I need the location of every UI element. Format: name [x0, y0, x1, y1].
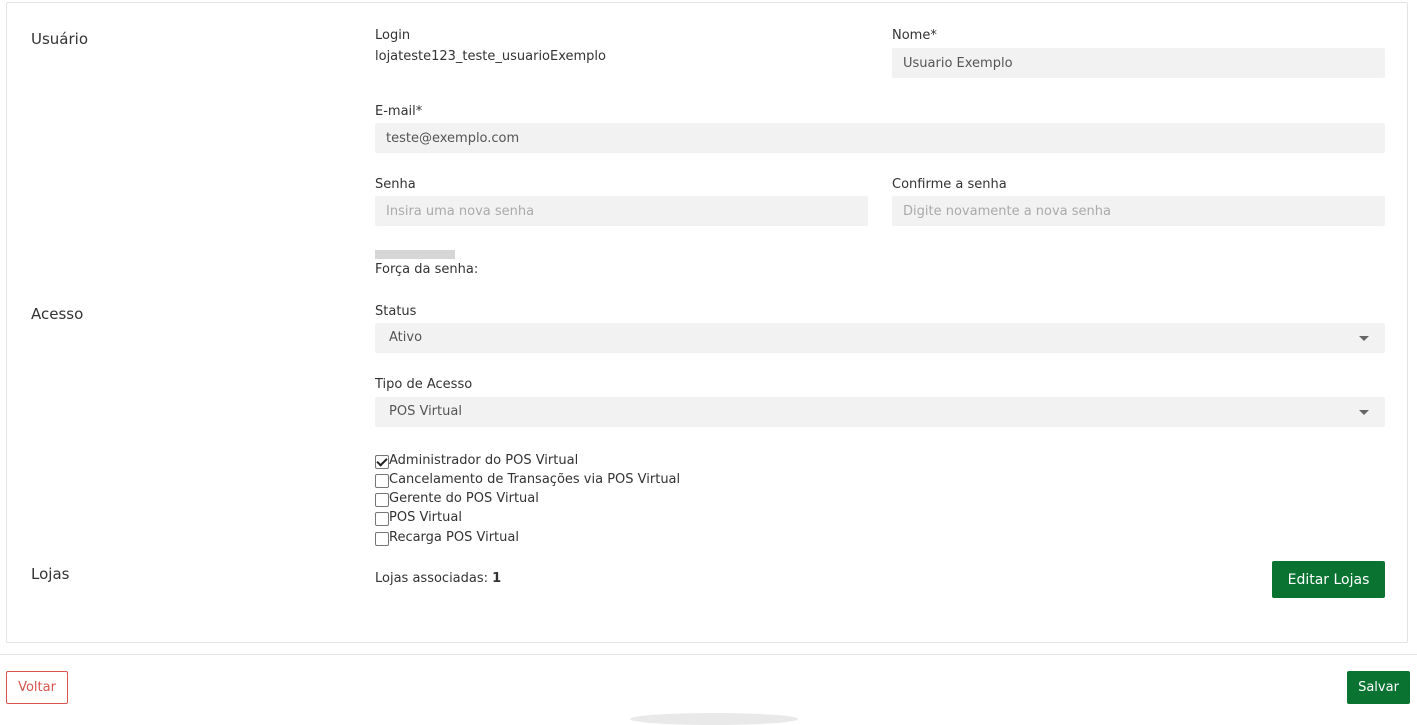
- checkbox-checked-icon[interactable]: [375, 455, 389, 469]
- nome-input[interactable]: [892, 48, 1385, 78]
- permission-label: Gerente do POS Virtual: [389, 490, 539, 506]
- tipo-acesso-label: Tipo de Acesso: [375, 377, 473, 392]
- senha-input[interactable]: [375, 196, 868, 226]
- lojas-associadas-count: 1: [492, 571, 502, 586]
- section-title-lojas: Lojas: [31, 565, 70, 583]
- login-label: Login: [375, 28, 411, 43]
- status-select-value: Ativo: [389, 330, 423, 345]
- status-label: Status: [375, 304, 417, 319]
- tipo-acesso-select-value: POS Virtual: [389, 404, 462, 419]
- toast-shadow: [630, 713, 798, 725]
- login-value: lojateste123_teste_usuarioExemplo: [375, 49, 606, 64]
- permission-checkbox-cancelamento[interactable]: Cancelamento de Transações via POS Virtu…: [375, 470, 680, 488]
- status-select[interactable]: Ativo: [375, 323, 1385, 353]
- chevron-down-icon: [1359, 410, 1369, 415]
- footer-divider: [0, 654, 1417, 655]
- password-strength-bar: [375, 250, 455, 259]
- permission-checkbox-admin[interactable]: Administrador do POS Virtual: [375, 451, 578, 469]
- checkbox-unchecked-icon[interactable]: [375, 474, 389, 488]
- permission-label: Recarga POS Virtual: [389, 529, 519, 545]
- email-label: E-mail*: [375, 104, 423, 119]
- permission-label: Cancelamento de Transações via POS Virtu…: [389, 471, 681, 487]
- back-button[interactable]: Voltar: [6, 671, 68, 704]
- edit-lojas-button[interactable]: Editar Lojas: [1272, 561, 1385, 598]
- confirme-senha-label: Confirme a senha: [892, 177, 1007, 192]
- checkbox-unchecked-icon[interactable]: [375, 532, 389, 546]
- permission-label: Administrador do POS Virtual: [389, 452, 579, 468]
- permission-label: POS Virtual: [389, 509, 462, 525]
- nome-label: Nome*: [892, 28, 937, 43]
- save-button[interactable]: Salvar: [1347, 671, 1410, 704]
- checkbox-unchecked-icon[interactable]: [375, 493, 389, 507]
- password-strength-label: Força da senha:: [375, 262, 479, 277]
- tipo-acesso-select[interactable]: POS Virtual: [375, 397, 1385, 427]
- lojas-associadas-label: Lojas associadas:: [375, 571, 489, 586]
- senha-label: Senha: [375, 177, 416, 192]
- confirme-senha-input[interactable]: [892, 196, 1385, 226]
- permission-checkbox-recarga[interactable]: Recarga POS Virtual: [375, 528, 519, 546]
- email-input[interactable]: [375, 123, 1385, 153]
- section-title-usuario: Usuário: [31, 30, 89, 48]
- chevron-down-icon: [1359, 336, 1369, 341]
- permission-checkbox-pos[interactable]: POS Virtual: [375, 508, 462, 526]
- lojas-associadas: Lojas associadas: 1: [375, 571, 501, 586]
- permission-checkbox-gerente[interactable]: Gerente do POS Virtual: [375, 489, 539, 507]
- section-title-acesso: Acesso: [31, 305, 84, 323]
- checkbox-unchecked-icon[interactable]: [375, 512, 389, 526]
